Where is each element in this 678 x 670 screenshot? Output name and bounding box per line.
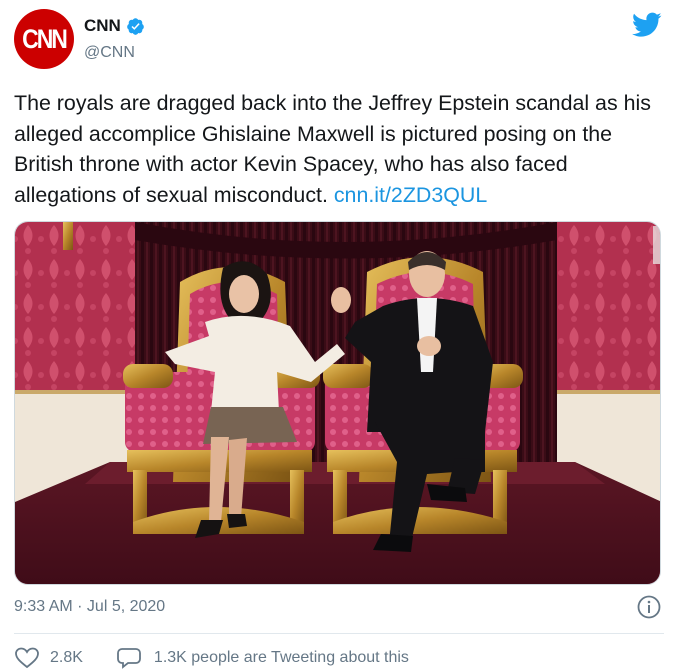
info-icon[interactable] — [637, 595, 661, 619]
tweet-link[interactable]: cnn.it/2ZD3QUL — [334, 183, 487, 207]
verified-badge-icon — [127, 17, 144, 35]
speech-bubble-icon[interactable] — [116, 646, 142, 670]
throne-photo-illustration — [15, 222, 660, 584]
twitter-bird-icon[interactable] — [632, 12, 662, 38]
heart-icon[interactable] — [14, 646, 40, 670]
tweet-timestamp[interactable]: 9:33 AM · Jul 5, 2020 — [14, 598, 165, 616]
tweet-text: The royals are dragged back into the Jef… — [14, 88, 666, 210]
tweet-actions: 2.8K 1.3K people are Tweeting about this — [14, 646, 409, 670]
divider — [14, 633, 664, 634]
people-tweeting-link[interactable]: 1.3K people are Tweeting about this — [154, 649, 409, 667]
display-name[interactable]: CNN — [84, 16, 121, 36]
tweet-photo[interactable] — [14, 221, 661, 585]
like-count[interactable]: 2.8K — [50, 649, 83, 667]
account-name-row[interactable]: CNN — [84, 16, 145, 36]
cnn-logo: CNN — [22, 23, 68, 54]
avatar[interactable]: CNN — [14, 9, 74, 69]
account-handle[interactable]: @CNN — [84, 44, 135, 62]
tweet-body: The royals are dragged back into the Jef… — [14, 91, 651, 207]
